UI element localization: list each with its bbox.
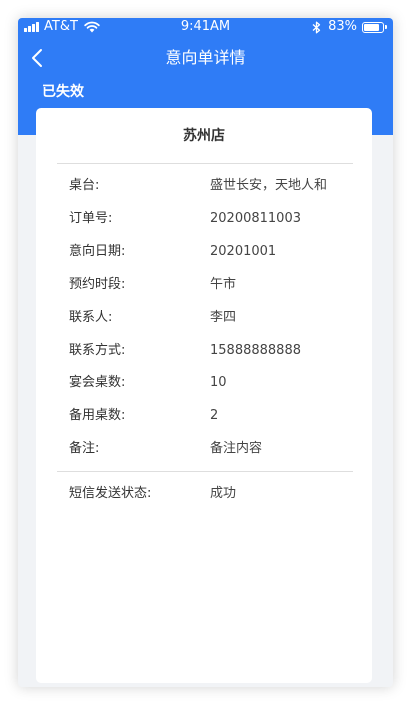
field-row-contact: 联系人: 李四	[36, 308, 372, 328]
field-row-time-slot: 预约时段: 午市	[36, 275, 372, 295]
field-label: 备注:	[69, 441, 100, 456]
field-value: 午市	[210, 277, 237, 292]
store-name: 苏州店	[183, 128, 225, 144]
field-label: 联系人:	[69, 310, 113, 325]
field-value: 备注内容	[210, 441, 263, 456]
field-value: 2	[210, 408, 219, 423]
battery-fill	[364, 23, 379, 31]
phone-screen: AT&T 9:41AM 83% 意向单详情 已失效 苏州店 桌台: 盛世长安，天…	[18, 18, 393, 687]
detail-card: 苏州店 桌台: 盛世长安，天地人和 订单号: 20200811003 意向日期:…	[36, 108, 372, 683]
field-row-order-no: 订单号: 20200811003	[36, 209, 372, 229]
field-label: 宴会桌数:	[69, 375, 126, 390]
field-label: 联系方式:	[69, 343, 126, 358]
field-label: 意向日期:	[69, 244, 126, 259]
field-label: 订单号:	[69, 211, 113, 226]
divider	[57, 471, 353, 472]
sms-status-value: 成功	[210, 486, 237, 501]
page-title: 意向单详情	[165, 48, 246, 67]
field-value: 20200811003	[210, 211, 301, 226]
field-value: 10	[210, 375, 227, 390]
field-value: 20201001	[210, 244, 277, 259]
status-bar: AT&T 9:41AM 83%	[18, 18, 393, 36]
field-label: 预约时段:	[69, 277, 126, 292]
field-row-remarks: 备注: 备注内容	[36, 439, 372, 459]
field-label: 桌台:	[69, 178, 100, 193]
field-row-banquet-tables: 宴会桌数: 10	[36, 373, 372, 393]
battery-cap	[385, 25, 387, 29]
field-row-intent-date: 意向日期: 20201001	[36, 242, 372, 262]
bluetooth-icon	[312, 21, 321, 33]
battery-icon	[362, 21, 384, 33]
sms-status-label: 短信发送状态:	[69, 486, 152, 501]
divider	[57, 163, 353, 164]
field-row-sms-status: 短信发送状态: 成功	[36, 484, 372, 504]
field-value: 盛世长安，天地人和	[210, 178, 328, 193]
field-row-spare-tables: 备用桌数: 2	[36, 406, 372, 426]
field-label: 备用桌数:	[69, 408, 126, 423]
field-row-phone: 联系方式: 15888888888	[36, 341, 372, 361]
field-value: 15888888888	[210, 343, 301, 358]
battery-percent: 83%	[328, 19, 357, 34]
order-status: 已失效	[42, 84, 84, 100]
field-value: 李四	[210, 310, 237, 325]
nav-bar: 意向单详情	[18, 40, 393, 76]
field-row-table: 桌台: 盛世长安，天地人和	[36, 176, 372, 196]
